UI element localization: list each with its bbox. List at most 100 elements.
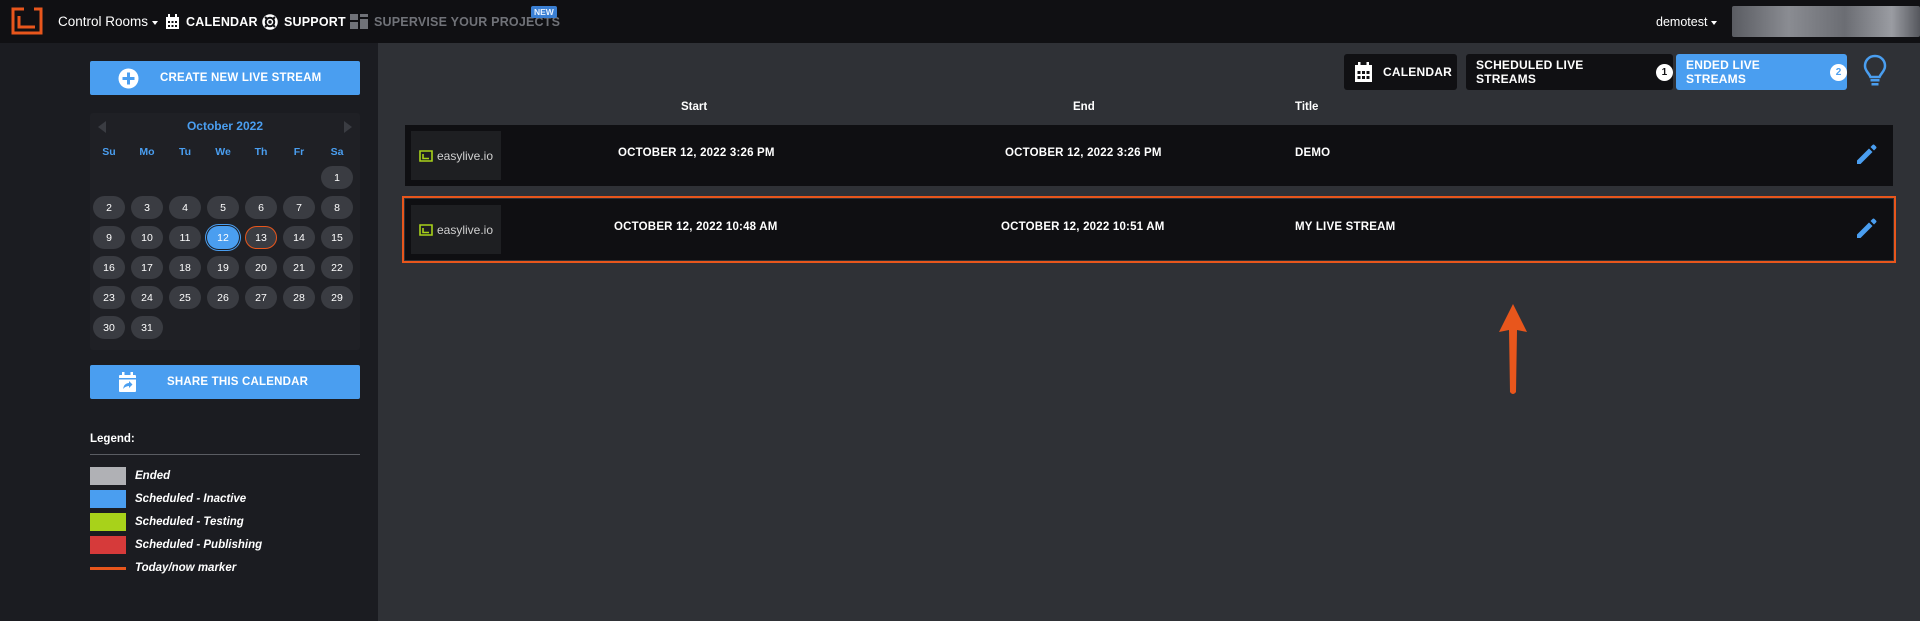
calendar-day[interactable]: 13 (245, 226, 277, 249)
legend-label: Scheduled - Publishing (135, 539, 263, 551)
calendar-day[interactable]: 15 (321, 226, 353, 249)
weekday-label: Mo (139, 146, 155, 158)
calendar-day[interactable]: 25 (169, 286, 201, 309)
table-row[interactable]: easylive.io OCTOBER 12, 2022 3:26 PM OCT… (405, 125, 1893, 186)
calendar-day[interactable]: 2 (93, 196, 125, 219)
easylive-logo-icon (419, 149, 433, 162)
legend-swatch (90, 490, 126, 508)
scheduled-streams-tab[interactable]: SCHEDULED LIVE STREAMS 1 (1466, 54, 1673, 90)
weekday-label: Sa (330, 146, 344, 158)
column-header-title[interactable]: Title (1295, 101, 1318, 113)
main-content: CALENDAR SCHEDULED LIVE STREAMS 1 ENDED … (378, 43, 1920, 621)
calendar-day[interactable]: 5 (207, 196, 239, 219)
stream-thumbnail: easylive.io (411, 131, 501, 180)
legend-item-inactive: Scheduled - Inactive (90, 490, 246, 508)
calendar-day[interactable]: 19 (207, 256, 239, 279)
calendar-icon (165, 13, 180, 30)
calendar-day[interactable]: 3 (131, 196, 163, 219)
calendar-day[interactable]: 28 (283, 286, 315, 309)
count-badge: 2 (1830, 63, 1847, 81)
calendar-day[interactable]: 21 (283, 256, 315, 279)
calendar-day[interactable]: 4 (169, 196, 201, 219)
calendar-day[interactable]: 23 (93, 286, 125, 309)
scheduled-streams-label: SCHEDULED LIVE STREAMS (1476, 58, 1584, 86)
control-rooms-label: Control Rooms (58, 14, 149, 29)
calendar-day[interactable]: 20 (245, 256, 277, 279)
weekday-label: Th (254, 146, 268, 158)
legend-label: Scheduled - Testing (135, 516, 244, 528)
calendar-icon (1354, 61, 1373, 83)
nav-support-label: SUPPORT (284, 14, 346, 29)
lifebuoy-icon (262, 13, 278, 30)
arrow-up-icon (1496, 302, 1530, 402)
share-calendar-button[interactable]: SHARE THIS CALENDAR (90, 365, 360, 399)
weekday-label: We (215, 146, 231, 158)
legend-title: Legend: (90, 433, 135, 445)
control-rooms-menu[interactable]: Control Rooms (58, 0, 159, 43)
create-live-stream-button[interactable]: CREATE NEW LIVE STREAM (90, 61, 360, 95)
legend-marker-line (90, 566, 126, 570)
calendar-day[interactable]: 24 (131, 286, 163, 309)
calendar-day[interactable]: 27 (245, 286, 277, 309)
nav-support[interactable]: SUPPORT (262, 0, 346, 43)
calendar-day[interactable]: 18 (169, 256, 201, 279)
weekday-label: Tu (178, 146, 192, 158)
calendar-day[interactable]: 26 (207, 286, 239, 309)
calendar-day[interactable]: 8 (321, 196, 353, 219)
calendar-day[interactable]: 9 (93, 226, 125, 249)
legend-swatch (90, 536, 126, 554)
ended-streams-label: ENDED LIVE STREAMS (1686, 58, 1761, 86)
highlight-box (402, 196, 1896, 263)
count-badge: 1 (1656, 63, 1673, 81)
calendar-day[interactable]: 7 (283, 196, 315, 219)
legend-label: Scheduled - Inactive (135, 493, 247, 505)
dashboard-icon (350, 14, 368, 29)
thumbnail-brand-text: easylive.io (436, 148, 494, 163)
legend-swatch (90, 467, 126, 485)
plus-circle-icon (118, 68, 139, 92)
calendar-view-button[interactable]: CALENDAR (1344, 54, 1457, 90)
calendar-day[interactable]: 14 (283, 226, 315, 249)
legend-item-today-marker: Today/now marker (90, 559, 236, 577)
create-live-stream-label: CREATE NEW LIVE STREAM (160, 72, 322, 84)
column-header-start[interactable]: Start (681, 101, 707, 113)
top-navbar: Control Rooms CALENDAR SUPPORT SUPERVISE… (0, 0, 1920, 43)
chevron-down-icon (152, 20, 159, 25)
column-header-end[interactable]: End (1073, 101, 1095, 113)
share-calendar-label: SHARE THIS CALENDAR (167, 376, 309, 388)
calendar-day[interactable]: 29 (321, 286, 353, 309)
calendar-day[interactable]: 10 (131, 226, 163, 249)
chevron-down-icon (1711, 20, 1718, 25)
calendar-day[interactable]: 11 (169, 226, 201, 249)
row-start: OCTOBER 12, 2022 3:26 PM (618, 147, 775, 159)
pencil-icon[interactable] (1854, 143, 1878, 172)
legend-divider (90, 454, 360, 455)
chevron-right-icon[interactable] (344, 121, 352, 133)
nav-calendar[interactable]: CALENDAR (165, 0, 258, 43)
calendar-day[interactable]: 6 (245, 196, 277, 219)
user-menu[interactable]: demotest (1656, 0, 1718, 43)
calendar-day[interactable]: 30 (93, 316, 125, 339)
nav-calendar-label: CALENDAR (186, 14, 258, 29)
legend-item-ended: Ended (90, 467, 170, 485)
nav-supervise-projects[interactable]: SUPERVISE YOUR PROJECTS (350, 0, 560, 43)
weekday-label: Fr (293, 146, 305, 158)
calendar-day[interactable]: 31 (131, 316, 163, 339)
blurred-account-info (1732, 6, 1920, 37)
calendar-day[interactable]: 12 (207, 226, 239, 249)
calendar-day[interactable]: 1 (321, 166, 353, 189)
legend-item-publishing: Scheduled - Publishing (90, 536, 262, 554)
new-badge: NEW (531, 6, 557, 18)
legend-item-testing: Scheduled - Testing (90, 513, 244, 531)
ended-streams-tab[interactable]: ENDED LIVE STREAMS 2 (1676, 54, 1847, 90)
mini-calendar: October 2022 Su Mo Tu We Th Fr Sa 123456… (90, 113, 360, 350)
legend-label: Ended (135, 470, 171, 482)
app-logo[interactable] (10, 6, 44, 36)
calendar-day[interactable]: 22 (321, 256, 353, 279)
lightbulb-icon[interactable] (1862, 53, 1888, 94)
row-end: OCTOBER 12, 2022 3:26 PM (1005, 147, 1162, 159)
calendar-day[interactable]: 17 (131, 256, 163, 279)
weekday-label: Su (102, 146, 116, 158)
legend-swatch (90, 513, 126, 531)
calendar-day[interactable]: 16 (93, 256, 125, 279)
